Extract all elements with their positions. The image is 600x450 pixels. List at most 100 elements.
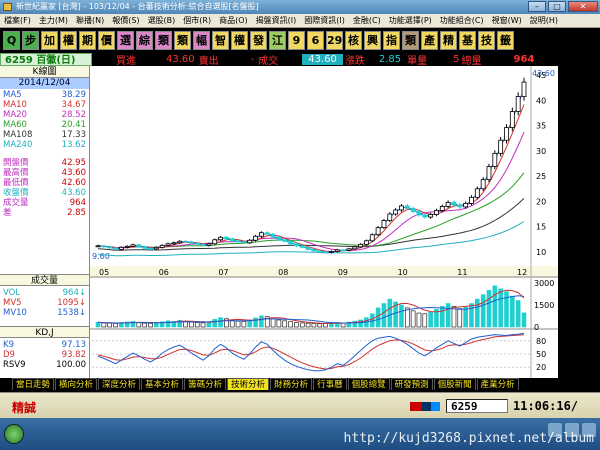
toolbar-button[interactable]: 發 bbox=[250, 30, 267, 50]
menu-item[interactable]: 主力(M) bbox=[39, 15, 68, 26]
start-button[interactable] bbox=[4, 424, 24, 444]
tab-6[interactable]: 財務分析 bbox=[270, 378, 313, 390]
toolbar-button[interactable]: 產 bbox=[421, 30, 438, 50]
toolbar-button[interactable]: 類 bbox=[155, 30, 172, 50]
indicator-row: MV10 1538↓ bbox=[0, 308, 89, 318]
tab-8[interactable]: 個股總覽 bbox=[347, 378, 390, 390]
tab-7[interactable]: 行事曆 bbox=[313, 378, 347, 390]
sell-value: - bbox=[250, 54, 255, 65]
toolbar-button[interactable]: 興 bbox=[364, 30, 381, 50]
menu-item[interactable]: 揭盤資訊(I) bbox=[256, 15, 297, 26]
maximize-button[interactable]: □ bbox=[548, 1, 566, 12]
tab-4[interactable]: 籌碼分析 bbox=[184, 378, 227, 390]
toolbar-button[interactable]: 9 bbox=[288, 30, 305, 50]
toolbar-button[interactable]: 基 bbox=[459, 30, 476, 50]
menu-item[interactable]: 功能組合(C) bbox=[440, 15, 484, 26]
toolbar-button[interactable]: 智 bbox=[212, 30, 229, 50]
indicator-value: 97.13 bbox=[61, 340, 86, 350]
toolbar-button[interactable]: 綜 bbox=[136, 30, 153, 50]
volume-bar bbox=[515, 300, 521, 328]
candle-body bbox=[434, 210, 439, 215]
candle-body bbox=[486, 166, 492, 181]
candle-body bbox=[311, 248, 317, 252]
volume-bar bbox=[422, 313, 428, 328]
kd-list: K9 97.13 D9 93.82 RSV9 100.00 bbox=[0, 340, 89, 370]
stock-input[interactable]: 6259 bbox=[446, 399, 508, 413]
toolbar-button[interactable]: 類 bbox=[402, 30, 419, 50]
indicator-value: 93.82 bbox=[61, 350, 86, 360]
menu-item[interactable]: 說明(H) bbox=[530, 15, 558, 26]
toolbar-button[interactable]: 指 bbox=[383, 30, 400, 50]
menu-item[interactable]: 商品(O) bbox=[219, 15, 248, 26]
trade-value: 43.60 bbox=[302, 54, 343, 65]
minimize-button[interactable]: – bbox=[528, 1, 546, 12]
indicator-name: MA5 bbox=[3, 90, 22, 100]
indicator-name: MV5 bbox=[3, 298, 22, 308]
tab-9[interactable]: 研發預測 bbox=[390, 378, 433, 390]
candle-body bbox=[107, 246, 113, 249]
price-tick: 40 bbox=[536, 96, 546, 105]
menu-item[interactable]: 個市(R) bbox=[183, 15, 211, 26]
toolbar-button[interactable]: 29 bbox=[326, 30, 343, 50]
stock-chart[interactable]: 101520253035404543.609.6005 06 07 08 09 10 11 1… bbox=[90, 66, 558, 378]
indicator-value: 38.29 bbox=[61, 90, 86, 100]
sell-label: 賣出 bbox=[198, 56, 219, 67]
indicator-name: 最高價 bbox=[3, 168, 29, 178]
toolbar-button[interactable]: 步 bbox=[22, 30, 39, 50]
indicator-name: 差 bbox=[3, 208, 12, 218]
toolbar-button[interactable]: 6 bbox=[307, 30, 324, 50]
toolbar-button[interactable]: 價 bbox=[98, 30, 115, 50]
tab-1[interactable]: 橫向分析 bbox=[55, 378, 98, 390]
toolbar-button[interactable]: 核 bbox=[345, 30, 362, 50]
volume-bar bbox=[259, 315, 264, 328]
menu-item[interactable]: 報價(S) bbox=[112, 15, 139, 26]
indicator-name: D9 bbox=[3, 350, 15, 360]
toolbar-button[interactable]: 選 bbox=[117, 30, 134, 50]
toolbar-button[interactable]: 加 bbox=[41, 30, 58, 50]
tab-0[interactable]: 當日走勢 bbox=[12, 378, 55, 390]
app-icon bbox=[3, 3, 12, 11]
stock-code[interactable]: 6259 百徽(日) bbox=[0, 53, 92, 66]
indicator-row: 最高價 43.60 bbox=[0, 168, 89, 178]
menu-item[interactable]: 國際資訊(I) bbox=[304, 15, 345, 26]
tab-3[interactable]: 基本分析 bbox=[141, 378, 184, 390]
candle-body bbox=[253, 235, 258, 241]
volume-bar bbox=[311, 323, 317, 328]
toolbar-button[interactable]: 江 bbox=[269, 30, 286, 50]
volume-bar bbox=[440, 306, 445, 328]
volume-bar bbox=[457, 308, 463, 328]
menu-item[interactable]: 視窗(W) bbox=[492, 15, 522, 26]
toolbar-button[interactable]: 權 bbox=[231, 30, 248, 50]
menu-item[interactable]: 檔案(F) bbox=[4, 15, 31, 26]
toolbar-button[interactable]: 權 bbox=[60, 30, 77, 50]
volume-bar bbox=[288, 321, 293, 328]
toolbar-button[interactable]: 類 bbox=[174, 30, 191, 50]
candle-body bbox=[148, 247, 153, 250]
toolbar-button[interactable]: 期 bbox=[79, 30, 96, 50]
menu-item[interactable]: 功能選擇(P) bbox=[389, 15, 432, 26]
tab-2[interactable]: 深度分析 bbox=[98, 378, 141, 390]
kd-tick: 50 bbox=[536, 350, 546, 359]
toolbar-button[interactable]: 幅 bbox=[193, 30, 210, 50]
close-button[interactable]: ✕ bbox=[568, 1, 598, 12]
volume-bar bbox=[212, 319, 218, 328]
tab-10[interactable]: 個股新聞 bbox=[433, 378, 476, 390]
toolbar-button[interactable]: 精 bbox=[440, 30, 457, 50]
month-label: 07 bbox=[218, 268, 228, 277]
change-label: 漲跌 bbox=[344, 56, 365, 67]
menu-item[interactable]: 金融(C) bbox=[353, 15, 381, 26]
menu-item[interactable]: 選股(B) bbox=[148, 15, 176, 26]
candle-body bbox=[276, 236, 282, 241]
tab-5[interactable]: 技術分析 bbox=[227, 378, 270, 390]
candle-body bbox=[375, 227, 381, 236]
buy-label: 買進 bbox=[116, 56, 136, 67]
toolbar-button[interactable]: 技 bbox=[478, 30, 495, 50]
candle-body bbox=[206, 243, 212, 246]
volume-bar bbox=[107, 322, 112, 328]
search-icon[interactable]: Q bbox=[3, 30, 20, 50]
indicator-name: MA108 bbox=[3, 130, 33, 140]
tab-11[interactable]: 產業分析 bbox=[476, 378, 519, 390]
menu-item[interactable]: 聯播(N) bbox=[76, 15, 104, 26]
candle-body bbox=[329, 250, 334, 253]
toolbar-button[interactable]: 籤 bbox=[497, 30, 514, 50]
